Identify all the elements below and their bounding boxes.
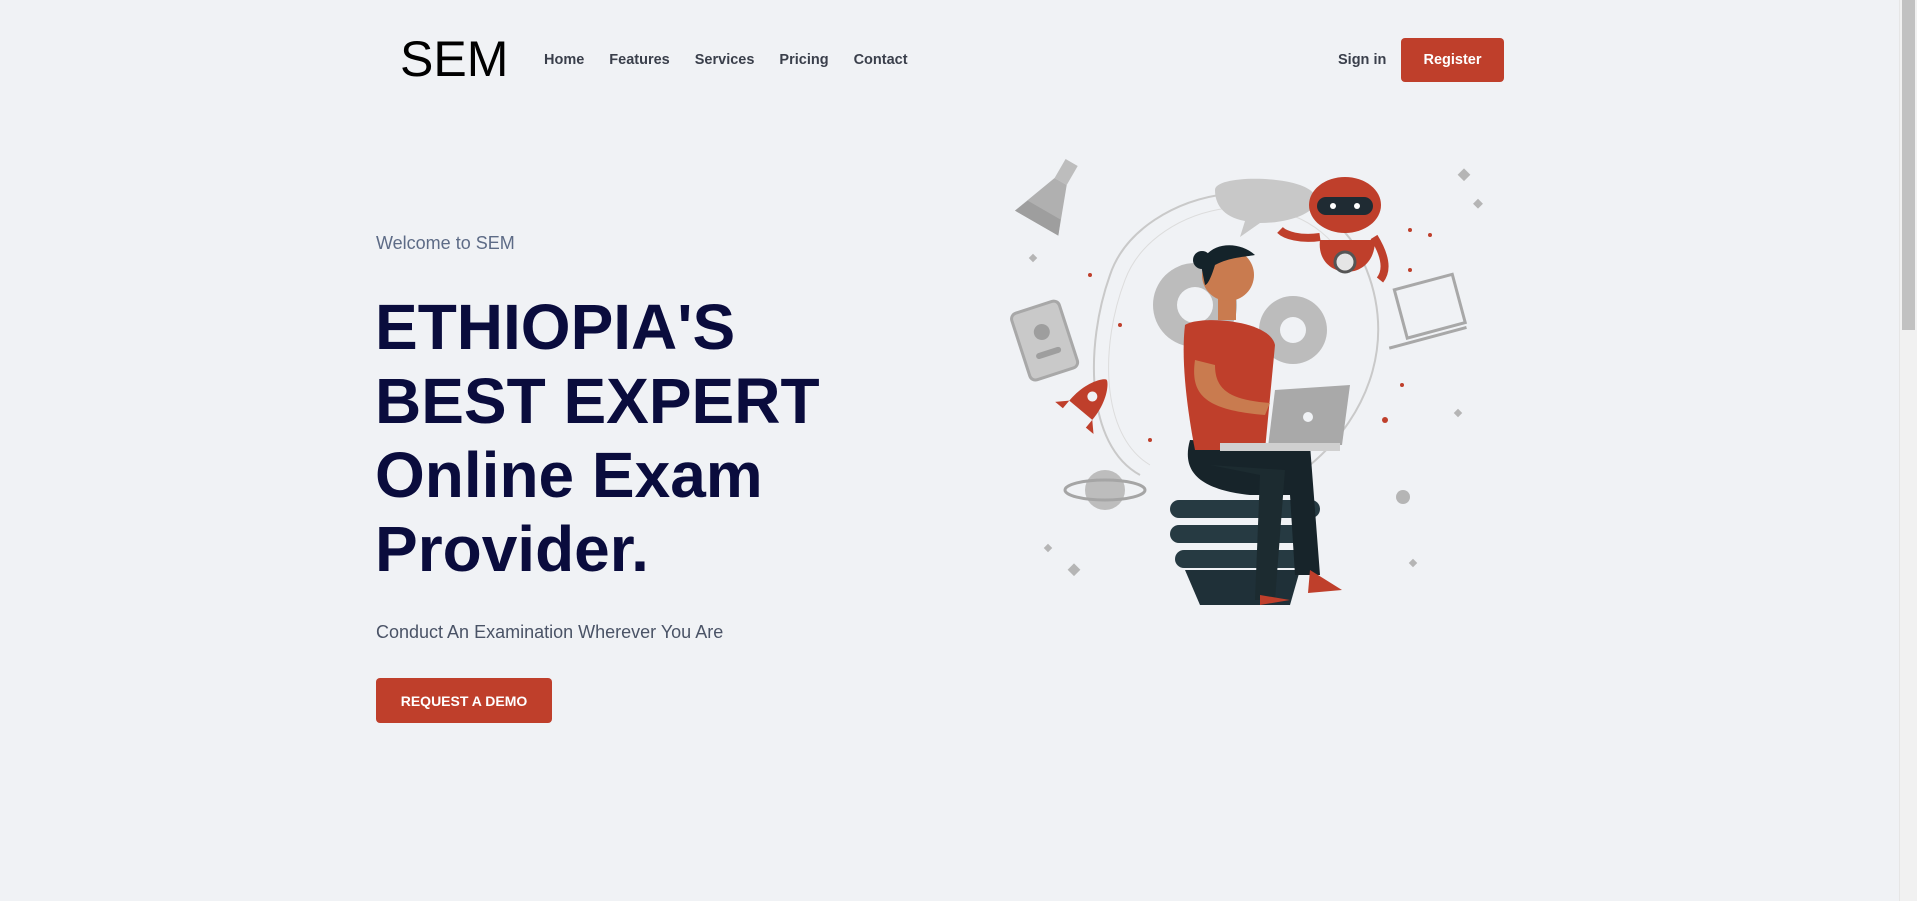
request-demo-button[interactable]: REQUEST A DEMO [376,678,552,723]
headline-line: Online Exam [375,439,763,511]
hero-subtitle: Conduct An Examination Wherever You Are [376,622,724,642]
headline-line: ETHIOPIA'S [375,291,736,363]
top-navbar: SEM Home Features Services Pricing Conta… [0,0,1900,120]
register-button[interactable]: Register [1401,38,1504,82]
nav-link-pricing[interactable]: Pricing [779,51,828,69]
nav-link-features[interactable]: Features [609,51,669,69]
nav-link-contact[interactable]: Contact [854,51,908,69]
welcome-text: Welcome to SEM [376,233,515,253]
nav-link-services[interactable]: Services [695,51,755,69]
scrollbar-thumb[interactable] [1902,0,1915,330]
sign-in-link[interactable]: Sign in [1338,51,1386,69]
hero-headline: ETHIOPIA'S BEST EXPERT Online Exam Provi… [375,290,820,586]
page-scrollbar[interactable] [1899,0,1917,901]
nav-links: Home Features Services Pricing Contact [544,51,933,69]
nav-link-home[interactable]: Home [544,51,584,69]
headline-line: BEST EXPERT [375,365,820,437]
woman-with-laptop-and-robot-illustration [1010,159,1483,605]
logo[interactable]: SEM [400,31,508,87]
headline-line: Provider. [375,513,649,585]
